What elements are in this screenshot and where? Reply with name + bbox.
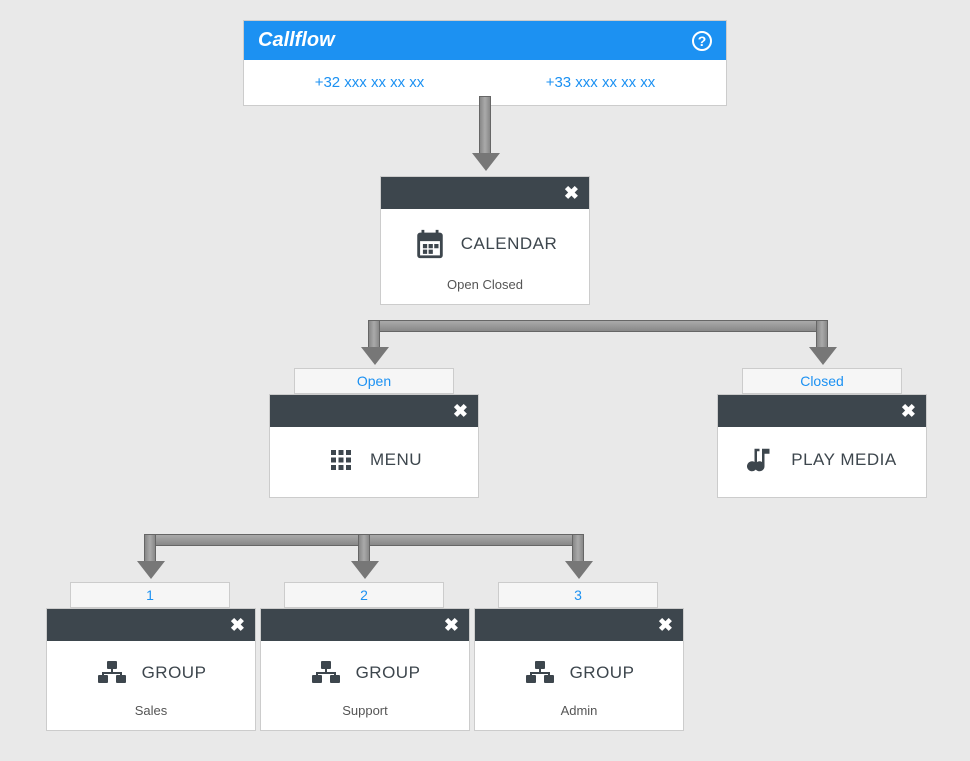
- node-subtitle: Open Closed: [447, 277, 523, 292]
- node-header: ✖: [270, 395, 478, 427]
- calendar-icon: [413, 227, 447, 261]
- close-icon[interactable]: ✖: [658, 616, 673, 634]
- connector-arrow: [816, 320, 828, 350]
- node-title: GROUP: [570, 663, 635, 683]
- close-icon[interactable]: ✖: [564, 184, 579, 202]
- calendar-node[interactable]: ✖ CALENDAR Open Closed: [380, 176, 590, 305]
- connector-hbar: [368, 320, 828, 332]
- node-title: PLAY MEDIA: [791, 450, 896, 470]
- node-title: CALENDAR: [461, 234, 558, 254]
- connector-arrow: [368, 320, 380, 350]
- group-icon: [524, 659, 556, 687]
- callflow-title: Callflow: [258, 29, 335, 52]
- close-icon[interactable]: ✖: [453, 402, 468, 420]
- node-title: GROUP: [142, 663, 207, 683]
- help-icon[interactable]: ?: [692, 31, 712, 51]
- node-header: ✖: [475, 609, 683, 641]
- menu-node[interactable]: ✖ MENU: [269, 394, 479, 498]
- group-icon: [96, 659, 128, 687]
- branch-label-open: Open: [294, 368, 454, 394]
- connector-arrow: [572, 534, 584, 564]
- close-icon[interactable]: ✖: [901, 402, 916, 420]
- node-body: GROUP Support: [261, 641, 469, 730]
- callflow-header: Callflow ?: [244, 21, 726, 60]
- callflow-root: Callflow ? +32 xxx xx xx xx +33 xxx xx x…: [243, 20, 727, 106]
- close-icon[interactable]: ✖: [230, 616, 245, 634]
- node-body: GROUP Admin: [475, 641, 683, 730]
- node-title: GROUP: [356, 663, 421, 683]
- grid-icon: [326, 445, 356, 475]
- node-subtitle: Support: [342, 703, 388, 718]
- node-body: CALENDAR Open Closed: [381, 209, 589, 304]
- node-body: MENU: [270, 427, 478, 497]
- branch-label-1: 1: [70, 582, 230, 608]
- group-node[interactable]: ✖ GROUP Admin: [474, 608, 684, 731]
- node-body: GROUP Sales: [47, 641, 255, 730]
- node-header: ✖: [47, 609, 255, 641]
- playmedia-node[interactable]: ✖ PLAY MEDIA: [717, 394, 927, 498]
- connector-arrow: [358, 534, 370, 564]
- phone-number[interactable]: +32 xxx xx xx xx: [315, 74, 425, 91]
- node-subtitle: Admin: [561, 703, 598, 718]
- phone-number[interactable]: +33 xxx xx xx xx: [546, 74, 656, 91]
- music-icon: [747, 445, 777, 475]
- branch-label-3: 3: [498, 582, 658, 608]
- node-title: MENU: [370, 450, 422, 470]
- branch-label-2: 2: [284, 582, 444, 608]
- group-icon: [310, 659, 342, 687]
- connector-arrow: [479, 96, 491, 156]
- connector-arrow: [144, 534, 156, 564]
- node-header: ✖: [261, 609, 469, 641]
- node-subtitle: Sales: [135, 703, 168, 718]
- node-header: ✖: [381, 177, 589, 209]
- node-header: ✖: [718, 395, 926, 427]
- group-node[interactable]: ✖ GROUP Support: [260, 608, 470, 731]
- group-node[interactable]: ✖ GROUP Sales: [46, 608, 256, 731]
- close-icon[interactable]: ✖: [444, 616, 459, 634]
- node-body: PLAY MEDIA: [718, 427, 926, 497]
- branch-label-closed: Closed: [742, 368, 902, 394]
